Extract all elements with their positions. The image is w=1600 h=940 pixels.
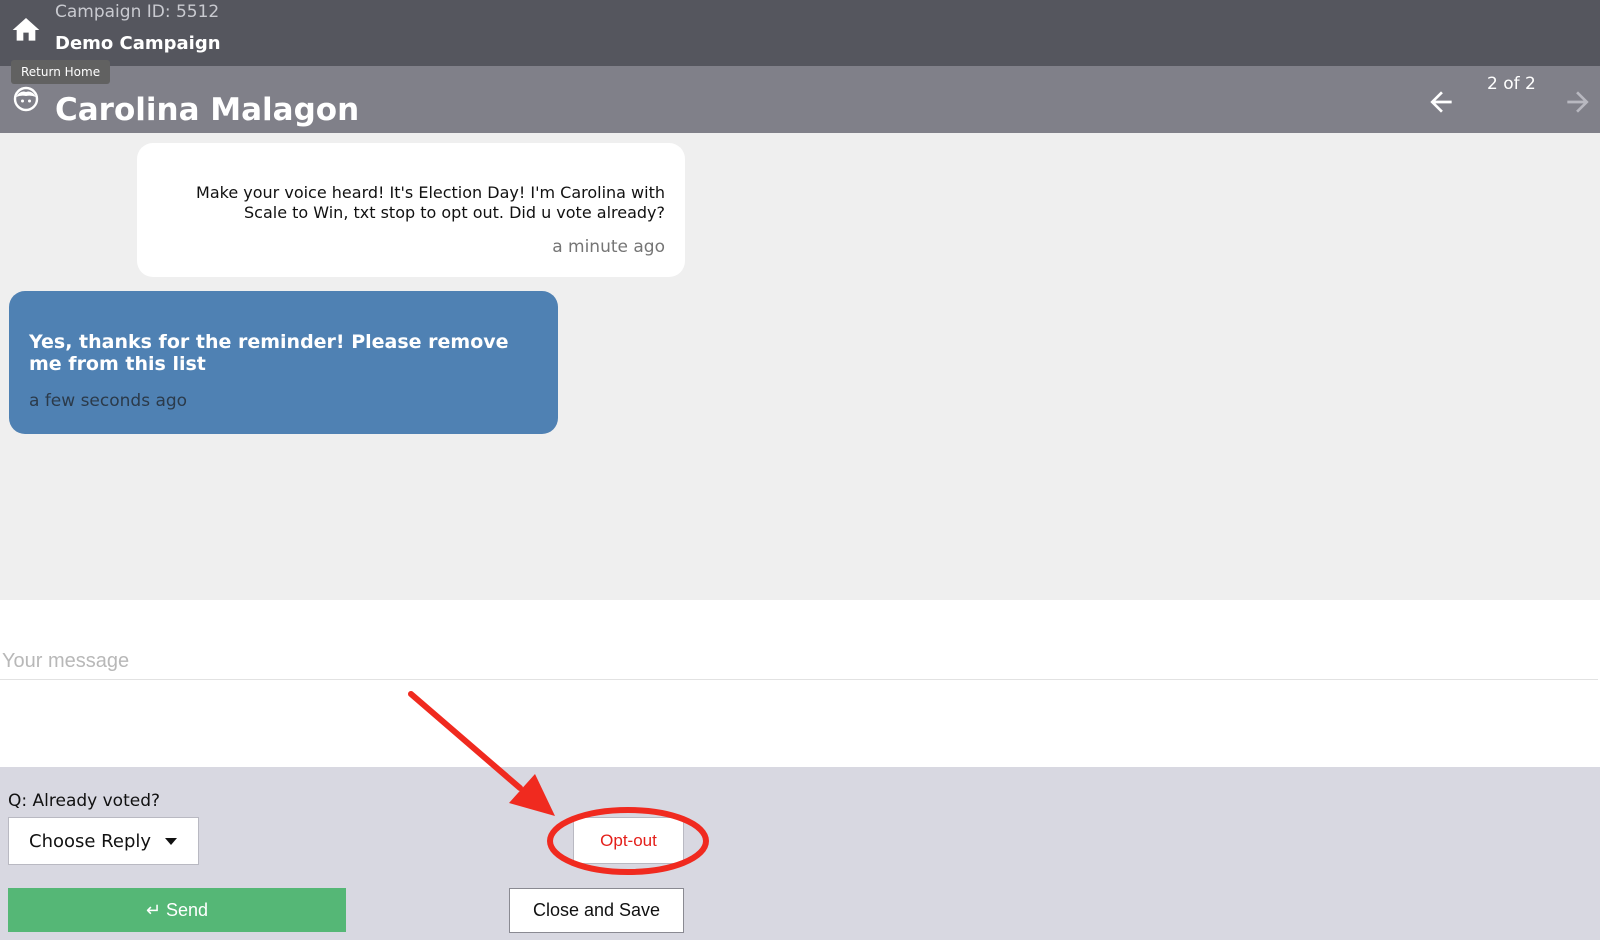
home-button[interactable] xyxy=(10,14,42,46)
message-input[interactable] xyxy=(0,644,1598,680)
top-bar: Campaign ID: 5512 Demo Campaign xyxy=(0,0,1600,66)
conversation-position: 2 of 2 xyxy=(1487,74,1536,94)
action-panel: Q: Already voted? Choose Reply ↵ Send Op… xyxy=(0,767,1600,940)
send-button[interactable]: ↵ Send xyxy=(8,888,346,932)
choose-reply-label: Choose Reply xyxy=(29,830,152,852)
caret-down-icon xyxy=(165,837,178,845)
opt-out-button[interactable]: Opt-out xyxy=(573,817,684,864)
campaign-name: Demo Campaign xyxy=(55,33,221,54)
previous-conversation-button[interactable] xyxy=(1425,86,1457,118)
home-icon xyxy=(12,18,40,41)
contact-name: Carolina Malagon xyxy=(55,92,360,128)
incoming-message: Yes, thanks for the reminder! Please rem… xyxy=(9,291,558,434)
arrow-left-icon xyxy=(1430,91,1452,113)
message-thread: Make your voice heard! It's Election Day… xyxy=(0,133,1600,600)
close-and-save-button[interactable]: Close and Save xyxy=(509,888,684,933)
arrow-right-icon xyxy=(1567,91,1589,113)
survey-question: Q: Already voted? xyxy=(8,791,161,811)
campaign-id: Campaign ID: 5512 xyxy=(55,2,220,22)
message-text: Yes, thanks for the reminder! Please rem… xyxy=(29,331,509,375)
next-conversation-button[interactable] xyxy=(1562,86,1594,118)
choose-reply-dropdown[interactable]: Choose Reply xyxy=(8,817,199,865)
outgoing-message: Make your voice heard! It's Election Day… xyxy=(137,143,685,277)
message-timestamp: a few seconds ago xyxy=(29,391,188,411)
message-timestamp: a minute ago xyxy=(552,237,665,257)
return-home-tooltip: Return Home xyxy=(11,60,111,84)
contact-bar: Carolina Malagon 2 of 2 xyxy=(0,66,1600,133)
face-icon xyxy=(13,86,39,112)
message-text: Make your voice heard! It's Election Day… xyxy=(196,183,665,222)
composer xyxy=(0,600,1600,767)
